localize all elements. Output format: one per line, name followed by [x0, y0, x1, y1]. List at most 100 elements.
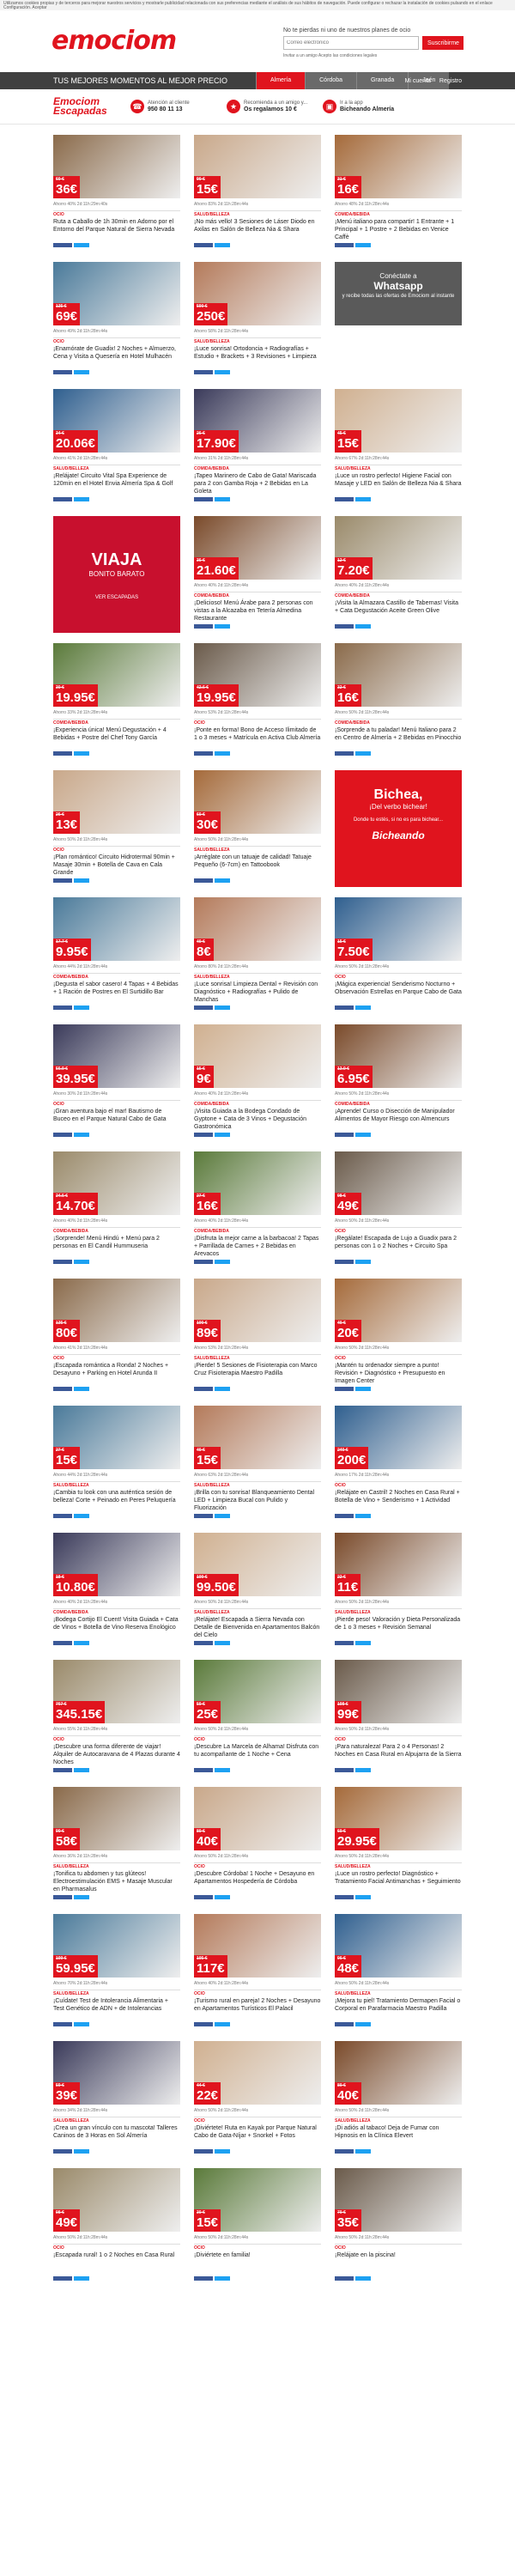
deal-title[interactable]: ¡Visita la Almazara Castillo de Tabernas… — [335, 599, 462, 615]
deal-title[interactable]: ¡Pierde peso! Valoración y Dieta Persona… — [335, 1616, 462, 1631]
facebook-share-icon[interactable] — [194, 1895, 213, 1899]
deal-title[interactable]: ¡Disfruta la mejor carne a la barbacoa! … — [194, 1235, 321, 1258]
facebook-share-icon[interactable] — [194, 370, 213, 374]
deal-title[interactable]: ¡Bodega Cortijo El Cuent! Visita Guiada … — [53, 1616, 180, 1631]
deal-title[interactable]: ¡Aprende! Curso o Disección de Manipulad… — [335, 1108, 462, 1123]
deal-title[interactable]: ¡Enamórate de Guadix! 2 Noches + Almuerz… — [53, 345, 180, 361]
twitter-share-icon[interactable] — [215, 2149, 230, 2154]
deal-card[interactable]: 13.9 €6.95€ Ahorro 50% 2d:11h:28m:44s COMI… — [335, 1024, 462, 1143]
deal-title[interactable]: ¡Ponte en forma! Bono de Acceso Ilimitad… — [194, 726, 321, 742]
twitter-share-icon[interactable] — [355, 497, 371, 501]
twitter-share-icon[interactable] — [74, 1133, 89, 1137]
deal-title[interactable]: ¡Brilla con tu sonrisa! Blanqueamiento D… — [194, 1489, 321, 1512]
deal-card[interactable]: 135 €80€ Ahorro 41% 2d:11h:28m:44s OCIO ¡Es… — [53, 1279, 180, 1397]
facebook-share-icon[interactable] — [194, 1005, 213, 1010]
deal-title[interactable]: ¡Cambia tu look con una auténtica sesión… — [53, 1489, 180, 1504]
deal-card[interactable]: 27 €16€ Ahorro 40% 2d:11h:28m:44s COMIDA/B… — [194, 1151, 321, 1270]
twitter-share-icon[interactable] — [215, 624, 230, 629]
facebook-share-icon[interactable] — [335, 2276, 354, 2281]
facebook-share-icon[interactable] — [194, 2276, 213, 2281]
facebook-share-icon[interactable] — [53, 1514, 72, 1518]
facebook-share-icon[interactable] — [194, 2022, 213, 2026]
deal-title[interactable]: ¡Luce sonrisa! Limpieza Dental + Revisió… — [194, 981, 321, 1004]
deal-card[interactable]: 767 €345.15€ Ahorro 55% 2d:11h:28m:44s OCI… — [53, 1660, 180, 1778]
facebook-share-icon[interactable] — [53, 497, 72, 501]
facebook-share-icon[interactable] — [194, 878, 213, 883]
deal-card[interactable]: 42.6 €19.95€ Ahorro 53% 2d:11h:28m:44s OCI… — [194, 643, 321, 762]
deal-card[interactable]: 60 €30€ Ahorro 50% 2d:11h:28m:44s SALUD/BE… — [194, 770, 321, 889]
deal-card[interactable]: 590 €250€ Ahorro 58% 2d:11h:28m:44s SALUD/… — [194, 262, 321, 380]
deal-card[interactable]: 31 €16€ Ahorro 48% 2d:11h:28m:44s COMIDA/B… — [335, 135, 462, 253]
deal-card[interactable]: 199 €59.95€ Ahorro 70% 2d:11h:28m:44s SALU… — [53, 1914, 180, 2032]
deal-card[interactable]: 60 €36€ Ahorro 40% 2d:11h:29m:40s OCIO Ruta… — [53, 135, 180, 253]
twitter-share-icon[interactable] — [215, 1260, 230, 1264]
facebook-share-icon[interactable] — [194, 497, 213, 501]
facebook-share-icon[interactable] — [335, 1514, 354, 1518]
deal-card[interactable]: 190 €89€ Ahorro 53% 2d:11h:28m:44s SALUD/B… — [194, 1279, 321, 1397]
deal-title[interactable]: ¡Escapada romántica a Ronda! 2 Noches + … — [53, 1362, 180, 1377]
subscribe-checkboxes[interactable]: Invitar a un amigo Acepto las condicione… — [283, 53, 464, 58]
account-link[interactable]: Mi cuenta — [405, 78, 431, 84]
deal-title[interactable]: ¡Luce sonrisa! Ortodoncia + Radiografías… — [194, 345, 321, 361]
deal-card[interactable]: 18 €10.80€ Ahorro 40% 2d:11h:28m:44s COMID… — [53, 1533, 180, 1651]
deal-card[interactable]: 45 €15€ Ahorro 67% 2d:11h:28m:44s SALUD/BE… — [335, 389, 462, 507]
facebook-share-icon[interactable] — [335, 624, 354, 629]
deal-card[interactable]: 98 €49€ Ahorro 50% 2d:11h:28m:44s OCIO ¡Reg… — [335, 1151, 462, 1270]
deal-title[interactable]: ¡Delicioso! Menú Árabe para 2 personas c… — [194, 599, 321, 623]
deal-card[interactable]: 59 €39€ Ahorro 34% 2d:11h:28m:44s SALUD/BE… — [53, 2041, 180, 2160]
facebook-share-icon[interactable] — [53, 1641, 72, 1645]
twitter-share-icon[interactable] — [215, 1005, 230, 1010]
deal-card[interactable]: 27 €15€ Ahorro 44% 2d:11h:28m:44s SALUD/BE… — [53, 1406, 180, 1524]
nav-item-granada[interactable]: Granada — [355, 72, 409, 89]
deal-title[interactable]: ¡Para naturaleza! Para 2 o 4 Personas! 2… — [335, 1743, 462, 1759]
deal-title[interactable]: ¡No más vello! 3 Sesiones de Láser Diodo… — [194, 218, 321, 234]
deal-title[interactable]: ¡Menú italiano para compartir! 1 Entrant… — [335, 218, 462, 241]
deal-card[interactable]: 195 €117€ Ahorro 40% 2d:11h:28m:44s OCIO ¡T… — [194, 1914, 321, 2032]
facebook-share-icon[interactable] — [335, 1387, 354, 1391]
deal-card[interactable]: 30 €19.95€ Ahorro 33% 2d:11h:28m:44s COMID… — [53, 643, 180, 762]
facebook-share-icon[interactable] — [194, 243, 213, 247]
deal-card[interactable]: 26 €13€ Ahorro 50% 2d:11h:28m:44s OCIO ¡Pla… — [53, 770, 180, 889]
facebook-share-icon[interactable] — [194, 624, 213, 629]
deal-card[interactable]: 90 €58€ Ahorro 36% 2d:11h:28m:44s SALUD/BE… — [53, 1787, 180, 1905]
facebook-share-icon[interactable] — [53, 1005, 72, 1010]
facebook-share-icon[interactable] — [53, 1260, 72, 1264]
twitter-share-icon[interactable] — [215, 1641, 230, 1645]
twitter-share-icon[interactable] — [215, 751, 230, 756]
twitter-share-icon[interactable] — [355, 243, 371, 247]
twitter-share-icon[interactable] — [74, 751, 89, 756]
deal-card[interactable]: 32 €16€ Ahorro 50% 2d:11h:28m:44s COMIDA/B… — [335, 643, 462, 762]
facebook-share-icon[interactable] — [53, 1387, 72, 1391]
twitter-share-icon[interactable] — [74, 370, 89, 374]
deal-title[interactable]: ¡Descubre La Marcela de Alhama! Disfruta… — [194, 1743, 321, 1759]
twitter-share-icon[interactable] — [74, 1768, 89, 1772]
logo[interactable]: emociom — [52, 26, 177, 56]
twitter-share-icon[interactable] — [74, 1895, 89, 1899]
twitter-share-icon[interactable] — [215, 497, 230, 501]
facebook-share-icon[interactable] — [335, 1260, 354, 1264]
facebook-share-icon[interactable] — [194, 1768, 213, 1772]
deal-title[interactable]: ¡Visita Guiada a la Bodega Condado de Gy… — [194, 1108, 321, 1131]
deal-card[interactable]: 34 €20.06€ Ahorro 41% 2d:11h:28m:44s SALUD… — [53, 389, 180, 507]
facebook-share-icon[interactable] — [335, 497, 354, 501]
deal-card[interactable]: 60 €29.95€ Ahorro 50% 2d:11h:28m:44s SALUD… — [335, 1787, 462, 1905]
twitter-share-icon[interactable] — [355, 1260, 371, 1264]
deal-title[interactable]: ¡Luce un rostro perfecto! Higiene Facial… — [335, 472, 462, 488]
facebook-share-icon[interactable] — [53, 243, 72, 247]
deal-card[interactable]: 22 €11€ Ahorro 50% 2d:11h:28m:44s SALUD/BE… — [335, 1533, 462, 1651]
twitter-share-icon[interactable] — [355, 751, 371, 756]
deal-title[interactable]: ¡Pierde! 5 Sesiones de Fisioterapia con … — [194, 1362, 321, 1377]
deal-card[interactable]: 199 €99.50€ Ahorro 50% 2d:11h:28m:44s SALU… — [194, 1533, 321, 1651]
deal-card[interactable]: 80 €40€ Ahorro 50% 2d:11h:28m:44s OCIO ¡Des… — [194, 1787, 321, 1905]
deal-title[interactable]: ¡Turismo rural en pareja! 2 Noches + Des… — [194, 1997, 321, 2013]
facebook-share-icon[interactable] — [53, 751, 72, 756]
twitter-share-icon[interactable] — [74, 2149, 89, 2154]
twitter-share-icon[interactable] — [355, 2149, 371, 2154]
deal-title[interactable]: ¡Crea un gran vínculo con tu mascota! Ta… — [53, 2124, 180, 2140]
twitter-share-icon[interactable] — [74, 1005, 89, 1010]
twitter-share-icon[interactable] — [355, 1005, 371, 1010]
email-input[interactable] — [283, 36, 419, 50]
deal-title[interactable]: ¡Tapeo Marinero de Cabo de Gata! Marisca… — [194, 472, 321, 495]
nav-item-almeria[interactable]: Almería — [256, 72, 306, 89]
twitter-share-icon[interactable] — [215, 2022, 230, 2026]
